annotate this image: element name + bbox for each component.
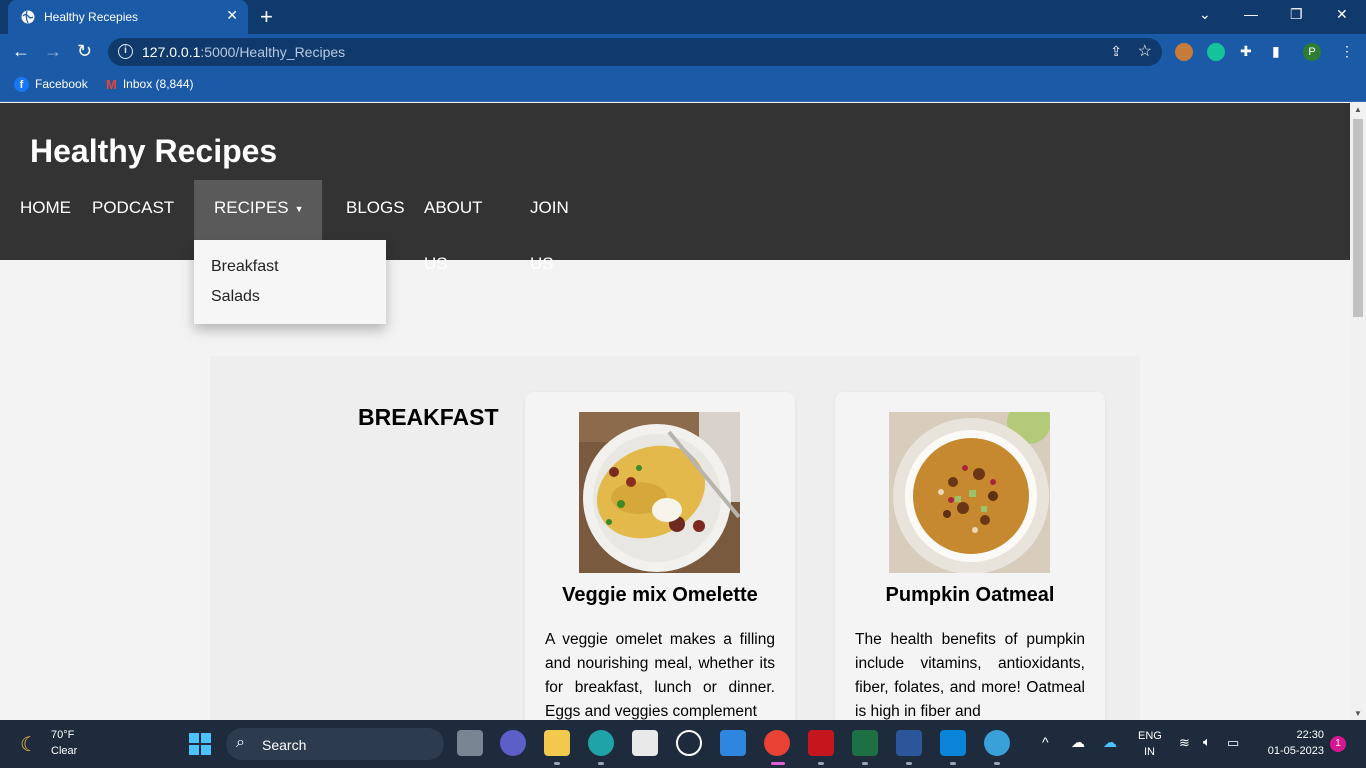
bookmark-facebook[interactable]: f Facebook (14, 77, 88, 93)
scrollbar-thumb[interactable] (1353, 119, 1363, 317)
scroll-down-icon[interactable]: ▼ (1354, 709, 1362, 718)
running-indicator (994, 762, 1000, 765)
weather-condition[interactable]: Clear (51, 745, 77, 757)
brave-extension-icon[interactable] (1175, 43, 1193, 61)
tab-close-icon[interactable]: ✕ (226, 7, 238, 24)
page-scrollbar[interactable]: ▲ ▼ (1350, 103, 1366, 720)
scroll-up-icon[interactable]: ▲ (1354, 105, 1362, 114)
bookmarks-bar: f Facebook M Inbox (8,844) (0, 70, 1366, 102)
taskbar-search[interactable]: ⌕ Search (226, 728, 444, 760)
vscode-icon[interactable] (940, 730, 966, 756)
language-indicator-line2[interactable]: IN (1144, 746, 1155, 758)
facebook-icon: f (14, 77, 29, 93)
weather-temperature[interactable]: 70°F (51, 729, 74, 741)
maps-globe-icon[interactable] (984, 730, 1010, 756)
oatmeal-image[interactable] (889, 412, 1050, 573)
bookmark-star-icon[interactable]: ☆ (1138, 41, 1152, 61)
dell-icon[interactable] (676, 730, 702, 756)
running-indicator (950, 762, 956, 765)
browser-toolbar: ← → ↻ i 127.0.0.1:5000/Healthy_Recipes ⇪… (0, 34, 1366, 70)
windows-start-icon[interactable] (189, 733, 211, 755)
volume-icon[interactable]: 🔈︎ (1203, 734, 1211, 750)
notification-badge[interactable]: 1 (1330, 736, 1346, 752)
omelette-image[interactable] (579, 412, 740, 573)
address-bar[interactable]: i 127.0.0.1:5000/Healthy_Recipes ⇪ ☆ (108, 38, 1162, 66)
caret-down-icon: ▼ (294, 203, 304, 214)
onedrive-icon[interactable]: ☁ (1103, 734, 1117, 751)
windows-taskbar: ☾ 70°F Clear ⌕ Search ^ ☁ ☁ ENG IN ≋ 🔈︎ … (0, 720, 1366, 768)
cloud-icon[interactable]: ☁ (1071, 734, 1085, 751)
mcafee-icon[interactable] (808, 730, 834, 756)
language-indicator-line1[interactable]: ENG (1138, 730, 1162, 742)
dropdown-item-salads[interactable]: Salads (211, 288, 260, 306)
bookmark-gmail[interactable]: M Inbox (8,844) (106, 77, 194, 92)
edge-browser-icon[interactable] (588, 730, 614, 756)
recipe-card[interactable]: Pumpkin Oatmeal The health benefits of p… (835, 392, 1105, 720)
clock-date[interactable]: 01-05-2023 (1256, 745, 1324, 757)
page-viewport: Healthy Recipes HOME PODCAST RECIPES ▼ BL… (0, 103, 1350, 720)
site-info-icon[interactable]: i (118, 44, 133, 59)
file-explorer-icon[interactable] (544, 730, 570, 756)
active-app-indicator (771, 762, 785, 765)
new-tab-button[interactable]: + (260, 4, 273, 30)
moon-weather-icon[interactable]: ☾ (20, 732, 38, 757)
recipe-card[interactable]: Veggie mix Omelette A veggie omelet make… (525, 392, 795, 720)
site-title: Healthy Recipes (30, 133, 278, 169)
battery-icon[interactable]: ▭ (1227, 735, 1239, 751)
nav-about-us[interactable]: ABOUT US (404, 180, 502, 273)
word-icon[interactable] (896, 730, 922, 756)
nav-join-us[interactable]: JOIN US (510, 180, 589, 273)
show-hidden-icons-chevron[interactable]: ^ (1042, 734, 1049, 750)
tab-title: Healthy Recepies (44, 10, 139, 24)
forward-arrow-icon[interactable]: → (44, 41, 62, 62)
nav-recipes[interactable]: RECIPES ▼ (194, 180, 322, 240)
browser-tab-strip: Healthy Recepies ✕ + ⌄ — ❐ ✕ (0, 0, 1366, 34)
nav-recipes-label: RECIPES (214, 198, 289, 217)
running-indicator (598, 762, 604, 765)
share-icon[interactable]: ⇪ (1110, 43, 1122, 60)
wifi-icon[interactable]: ≋ (1179, 735, 1190, 751)
recipes-dropdown: Breakfast Salads (194, 240, 386, 324)
section-title: BREAKFAST (358, 404, 499, 430)
side-panel-icon[interactable]: ▮ (1272, 43, 1280, 60)
recipe-description: The health benefits of pumpkin include v… (855, 631, 1085, 720)
teams-chat-icon[interactable] (500, 730, 526, 756)
back-arrow-icon[interactable]: ← (12, 41, 30, 62)
microsoft-store-icon[interactable] (632, 730, 658, 756)
gmail-icon: M (106, 77, 117, 93)
extensions-puzzle-icon[interactable]: ✚ (1240, 43, 1252, 60)
address-url: 127.0.0.1:5000/Healthy_Recipes (142, 44, 346, 60)
recipe-title: Pumpkin Oatmeal (885, 584, 1055, 606)
close-window-button[interactable]: ✕ (1336, 6, 1348, 23)
tab-search-chevron-icon[interactable]: ⌄ (1199, 6, 1211, 23)
running-indicator (818, 762, 824, 765)
reload-icon[interactable]: ↻ (77, 41, 92, 62)
restore-button[interactable]: ❐ (1290, 6, 1303, 23)
chrome-icon[interactable] (764, 730, 790, 756)
site-header: Healthy Recipes HOME PODCAST RECIPES ▼ BL… (0, 103, 1350, 273)
browser-tab[interactable]: Healthy Recepies ✕ (8, 0, 248, 34)
nav-podcast[interactable]: PODCAST (72, 180, 194, 240)
recipe-description: A veggie omelet makes a filling and nour… (545, 631, 775, 720)
dropdown-item-breakfast[interactable]: Breakfast (211, 258, 279, 276)
running-indicator (906, 762, 912, 765)
search-icon: ⌕ (236, 734, 245, 751)
globe-icon (21, 10, 35, 24)
task-view-icon[interactable] (457, 730, 483, 756)
taskbar-search-label: Search (262, 737, 307, 753)
running-indicator (862, 762, 868, 765)
recipe-title: Veggie mix Omelette (562, 584, 758, 606)
excel-icon[interactable] (852, 730, 878, 756)
minimize-button[interactable]: — (1244, 6, 1258, 22)
browser-menu-icon[interactable]: ⋮ (1340, 43, 1354, 60)
mail-icon[interactable] (720, 730, 746, 756)
clock-time[interactable]: 22:30 (1256, 729, 1324, 741)
profile-avatar[interactable]: P (1303, 43, 1321, 61)
running-indicator (554, 762, 560, 765)
grammarly-extension-icon[interactable] (1207, 43, 1225, 61)
